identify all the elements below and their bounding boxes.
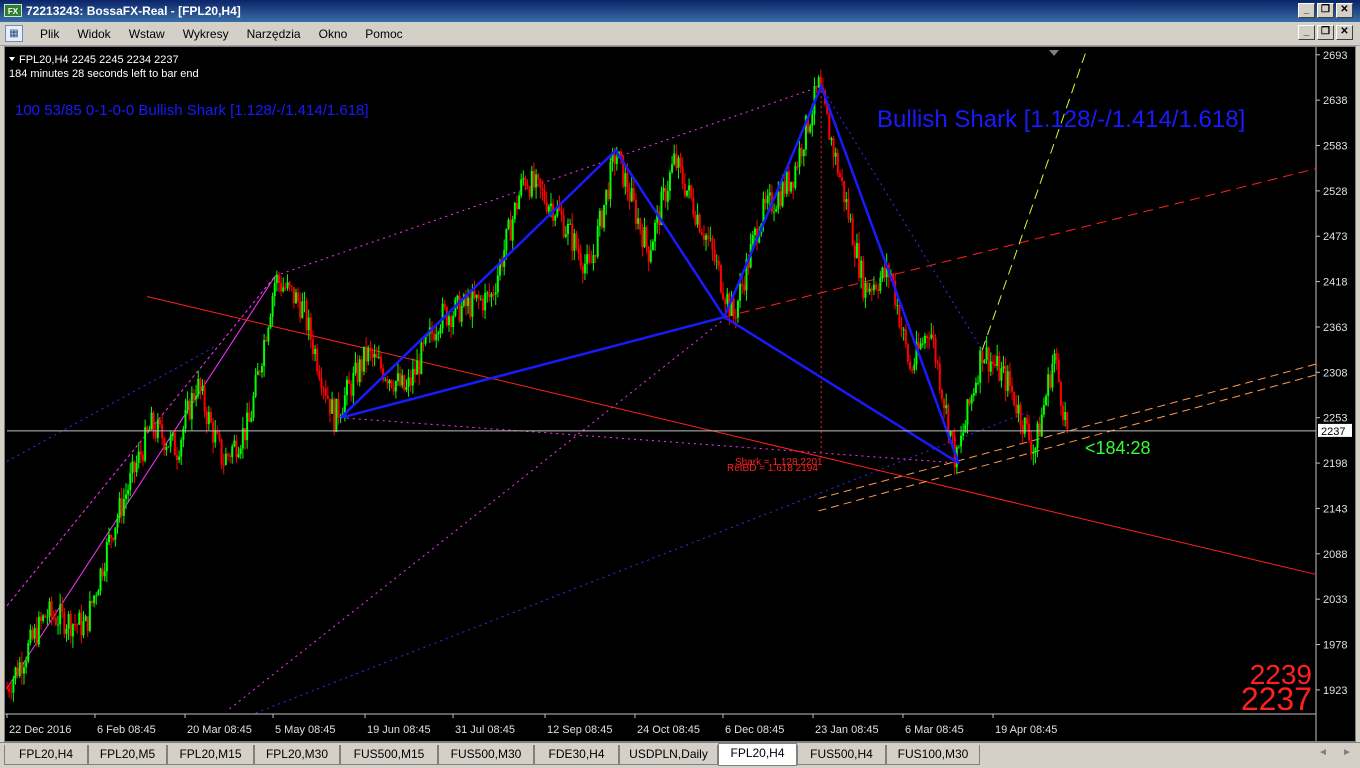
- y-tick-label: 1923: [1323, 685, 1347, 697]
- mdi-minimize-button[interactable]: _: [1298, 25, 1315, 40]
- x-tick-label: 6 Feb 08:45: [97, 724, 156, 736]
- x-tick-label: 22 Dec 2016: [9, 724, 71, 736]
- chart-tab-6[interactable]: FDE30,H4: [534, 745, 619, 765]
- menu-bar: ▦ Plik Widok Wstaw Wykresy Narzędzia Okno Pomo…: [0, 22, 1360, 46]
- ask-price-label: 2237: [1241, 681, 1312, 717]
- x-tick-label: 24 Oct 08:45: [637, 724, 700, 736]
- red-dashed-line: [724, 168, 1317, 318]
- xa-leg-line: [6, 275, 276, 689]
- y-tick-label: 2088: [1323, 549, 1347, 561]
- x-tick-label: 5 May 08:45: [275, 724, 336, 736]
- y-tick-label: 2693: [1323, 50, 1347, 62]
- x-tick-label: 6 Mar 08:45: [905, 724, 964, 736]
- y-tick-label: 2583: [1323, 141, 1347, 153]
- menu-item-1[interactable]: Widok: [68, 27, 119, 41]
- tab-scroll-left-button[interactable]: ◄: [1318, 747, 1328, 758]
- pattern-info-line: 100 53/85 0-1-0-0 Bullish Shark [1.128/-…: [15, 102, 369, 119]
- price-chart[interactable]: FPL20,H4 2245 2245 2234 2237 184 minutes …: [5, 47, 1355, 741]
- orange-dashed-lower-line: [818, 374, 1317, 512]
- x-tick-label: 12 Sep 08:45: [547, 724, 612, 736]
- menu-item-6[interactable]: Pomoc: [356, 27, 411, 41]
- y-tick-label: 2198: [1323, 458, 1347, 470]
- blue-dotted-lower-line: [255, 411, 1029, 714]
- bar-countdown-label: <184:28: [1085, 438, 1151, 458]
- menu-item-2[interactable]: Wstaw: [120, 27, 174, 41]
- y-tick-label: 2033: [1323, 594, 1347, 606]
- bar-timer-text: 184 minutes 28 seconds left to bar end: [9, 68, 199, 80]
- ae-dotted-line: [340, 417, 959, 464]
- x-tick-label: 20 Mar 08:45: [187, 724, 252, 736]
- restore-button[interactable]: ❐: [1317, 3, 1334, 18]
- chart-tab-5[interactable]: FUS500,M30: [438, 745, 534, 765]
- x-tick-label: 19 Jun 08:45: [367, 724, 431, 736]
- mdi-restore-button[interactable]: ❐: [1317, 25, 1334, 40]
- chart-menu-triangle-icon: [9, 57, 15, 61]
- chart-symbol-header: FPL20,H4 2245 2245 2234 2237: [19, 54, 179, 66]
- retbd-ratio-annotation: RetBD = 1.618 2194: [727, 463, 818, 474]
- menu-item-4[interactable]: Narzędzia: [238, 27, 310, 41]
- chart-tab-3[interactable]: FPL20,M30: [254, 745, 340, 765]
- chart-tab-1[interactable]: FPL20,M5: [88, 745, 167, 765]
- pattern-title: Bullish Shark [1.128/-/1.414/1.618]: [877, 106, 1245, 133]
- close-button[interactable]: ✕: [1336, 3, 1353, 18]
- window-controls: _ ❐ ✕: [1298, 3, 1353, 18]
- y-tick-label: 2418: [1323, 277, 1347, 289]
- window-titlebar: FX 72213243: BossaFX-Real - [FPL20,H4] _…: [0, 0, 1360, 22]
- y-tick-label: 2473: [1323, 231, 1347, 243]
- chart-tab-4[interactable]: FUS500,M15: [340, 745, 438, 765]
- harmonic-pattern-ce-line: [723, 316, 960, 465]
- chart-tab-8[interactable]: FPL20,H4: [718, 743, 797, 766]
- y-tick-label: 2363: [1323, 322, 1347, 334]
- minimize-button[interactable]: _: [1298, 3, 1315, 18]
- menu-item-3[interactable]: Wykresy: [174, 27, 238, 41]
- current-price-label: 2237: [1321, 426, 1345, 438]
- chart-tabs: FPL20,H4 FPL20,M5 FPL20,M15 FPL20,M30 FUS500…: [0, 742, 1360, 768]
- chart-tab-7[interactable]: USDPLN,Daily: [619, 745, 718, 765]
- projection-dashed-line: [981, 48, 1088, 351]
- mdi-close-button[interactable]: ✕: [1336, 25, 1353, 40]
- menu-item-0[interactable]: Plik: [31, 27, 68, 41]
- menu-items: Plik Widok Wstaw Wykresy Narzędzia Okno Pomoc: [31, 22, 412, 46]
- chart-tab-2[interactable]: FPL20,M15: [167, 745, 254, 765]
- x-tick-label: 19 Apr 08:45: [995, 724, 1057, 736]
- mdi-controls: _ ❐ ✕: [1298, 25, 1353, 40]
- y-tick-label: 2528: [1323, 186, 1347, 198]
- chart-window-icon[interactable]: ▦: [5, 25, 23, 42]
- x-tick-label: 23 Jan 08:45: [815, 724, 879, 736]
- chart-tab-0[interactable]: FPL20,H4: [4, 745, 88, 765]
- x-tick-label: 6 Dec 08:45: [725, 724, 784, 736]
- app-icon: FX: [4, 4, 22, 17]
- y-tick-label: 2308: [1323, 367, 1347, 379]
- menu-item-5[interactable]: Okno: [310, 27, 357, 41]
- x-tick-label: 31 Jul 08:45: [455, 724, 515, 736]
- shift-marker-triangle-icon: [1049, 50, 1059, 56]
- chart-tab-9[interactable]: FUS500,H4: [797, 745, 886, 765]
- window-title: 72213243: BossaFX-Real - [FPL20,H4]: [26, 4, 241, 18]
- y-tick-label: 2638: [1323, 95, 1347, 107]
- y-tick-label: 2253: [1323, 413, 1347, 425]
- magenta-dotted-lower-line: [229, 316, 728, 710]
- tab-scroll-right-button[interactable]: ►: [1342, 747, 1352, 758]
- chart-window[interactable]: FPL20,H4 2245 2245 2234 2237 184 minutes …: [4, 46, 1356, 742]
- y-tick-label: 2143: [1323, 503, 1347, 515]
- red-trend-line: [146, 295, 1317, 575]
- chart-tab-10[interactable]: FUS100,M30: [886, 745, 980, 765]
- y-tick-label: 1978: [1323, 640, 1347, 652]
